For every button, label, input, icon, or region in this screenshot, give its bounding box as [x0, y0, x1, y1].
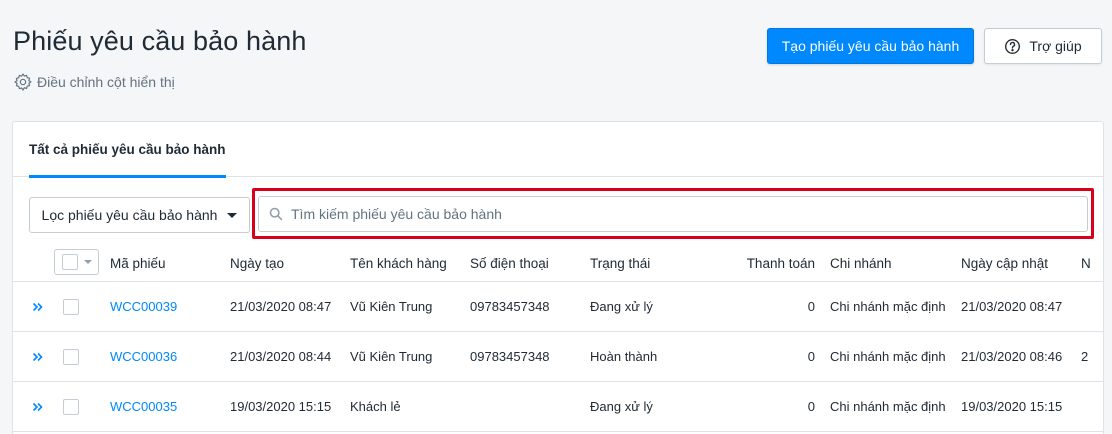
- row-payment: 0: [807, 349, 815, 364]
- help-circle-icon: [1005, 38, 1021, 54]
- help-button-label: Trợ giúp: [1029, 38, 1082, 54]
- column-header-phone[interactable]: Số điện thoại: [470, 246, 549, 281]
- create-warranty-request-button[interactable]: Tạo phiếu yêu cầu bảo hành: [767, 28, 974, 64]
- double-chevron-right-icon: [32, 352, 43, 361]
- row-payment: 0: [807, 399, 815, 414]
- help-button[interactable]: Trợ giúp: [984, 28, 1102, 64]
- row-updated: 19/03/2020 15:15: [961, 399, 1063, 414]
- double-chevron-right-icon: [32, 302, 43, 311]
- row-code-link[interactable]: WCC00039: [110, 282, 177, 331]
- double-chevron-right-icon: [32, 402, 43, 411]
- row-code-link[interactable]: WCC00035: [110, 382, 177, 431]
- filter-dropdown[interactable]: Lọc phiếu yêu cầu bảo hành: [29, 197, 250, 233]
- expand-row-button[interactable]: [31, 282, 45, 331]
- row-extra: 2: [1081, 349, 1089, 364]
- column-header-payment[interactable]: Thanh toán: [710, 246, 815, 281]
- table-row[interactable]: WCC00035 19/03/2020 15:15 Khách lẻ Đang …: [13, 382, 1103, 432]
- row-created: 19/03/2020 15:15: [230, 399, 332, 414]
- filter-label: Lọc phiếu yêu cầu bảo hành: [41, 207, 218, 223]
- select-all-checkbox[interactable]: [62, 254, 78, 270]
- tab-all-warranty-requests[interactable]: Tất cả phiếu yêu cầu bảo hành: [29, 122, 226, 178]
- row-code-link[interactable]: WCC00036: [110, 332, 177, 381]
- table-header: Mã phiếu Ngày tạo Tên khách hàng Số điện…: [13, 246, 1103, 282]
- column-header-branch[interactable]: Chi nhánh: [830, 246, 892, 281]
- column-header-extra[interactable]: N: [1081, 246, 1091, 281]
- adjust-columns-label: Điều chỉnh cột hiển thị: [37, 74, 175, 90]
- row-payment: 0: [807, 299, 815, 314]
- table-row[interactable]: WCC00036 21/03/2020 08:44 Vũ Kiên Trung …: [13, 332, 1103, 382]
- row-status: Đang xử lý: [590, 299, 653, 314]
- warranty-list-card: Tất cả phiếu yêu cầu bảo hành Lọc phiếu …: [12, 121, 1104, 434]
- page-title: Phiếu yêu cầu bảo hành: [13, 26, 307, 56]
- row-branch: Chi nhánh mặc định: [830, 399, 946, 414]
- row-customer: Vũ Kiên Trung: [350, 299, 433, 314]
- row-branch: Chi nhánh mặc định: [830, 349, 946, 364]
- row-status: Hoàn thành: [590, 349, 658, 364]
- search-icon: [269, 207, 283, 221]
- table-row[interactable]: WCC00039 21/03/2020 08:47 Vũ Kiên Trung …: [13, 282, 1103, 332]
- row-created: 21/03/2020 08:44: [230, 349, 332, 364]
- caret-down-icon: [227, 212, 238, 218]
- row-checkbox[interactable]: [63, 399, 79, 415]
- column-header-code[interactable]: Mã phiếu: [110, 246, 166, 281]
- search-box[interactable]: [258, 196, 1088, 232]
- row-updated: 21/03/2020 08:46: [961, 349, 1063, 364]
- row-customer: Vũ Kiên Trung: [350, 349, 433, 364]
- column-header-status[interactable]: Trạng thái: [590, 246, 650, 281]
- warranty-table: Mã phiếu Ngày tạo Tên khách hàng Số điện…: [13, 246, 1103, 432]
- row-checkbox[interactable]: [63, 349, 79, 365]
- bulk-select-dropdown[interactable]: [54, 249, 99, 275]
- row-customer: Khách lẻ: [350, 399, 401, 414]
- row-branch: Chi nhánh mặc định: [830, 299, 946, 314]
- column-header-created[interactable]: Ngày tạo: [230, 246, 284, 281]
- row-created: 21/03/2020 08:47: [230, 299, 332, 314]
- row-phone: 09783457348: [470, 349, 550, 364]
- expand-row-button[interactable]: [31, 332, 45, 381]
- row-status: Đang xử lý: [590, 399, 653, 414]
- adjust-columns-link[interactable]: Điều chỉnh cột hiển thị: [13, 72, 175, 92]
- column-header-customer[interactable]: Tên khách hàng: [350, 246, 447, 281]
- caret-down-icon: [84, 260, 92, 264]
- gear-icon: [14, 73, 32, 91]
- row-phone: 09783457348: [470, 299, 550, 314]
- row-updated: 21/03/2020 08:47: [961, 299, 1063, 314]
- expand-row-button[interactable]: [31, 382, 45, 431]
- tab-bar: Tất cả phiếu yêu cầu bảo hành: [13, 122, 1103, 178]
- row-checkbox[interactable]: [63, 299, 79, 315]
- search-input[interactable]: [291, 197, 1087, 231]
- column-header-updated[interactable]: Ngày cập nhật: [961, 246, 1048, 281]
